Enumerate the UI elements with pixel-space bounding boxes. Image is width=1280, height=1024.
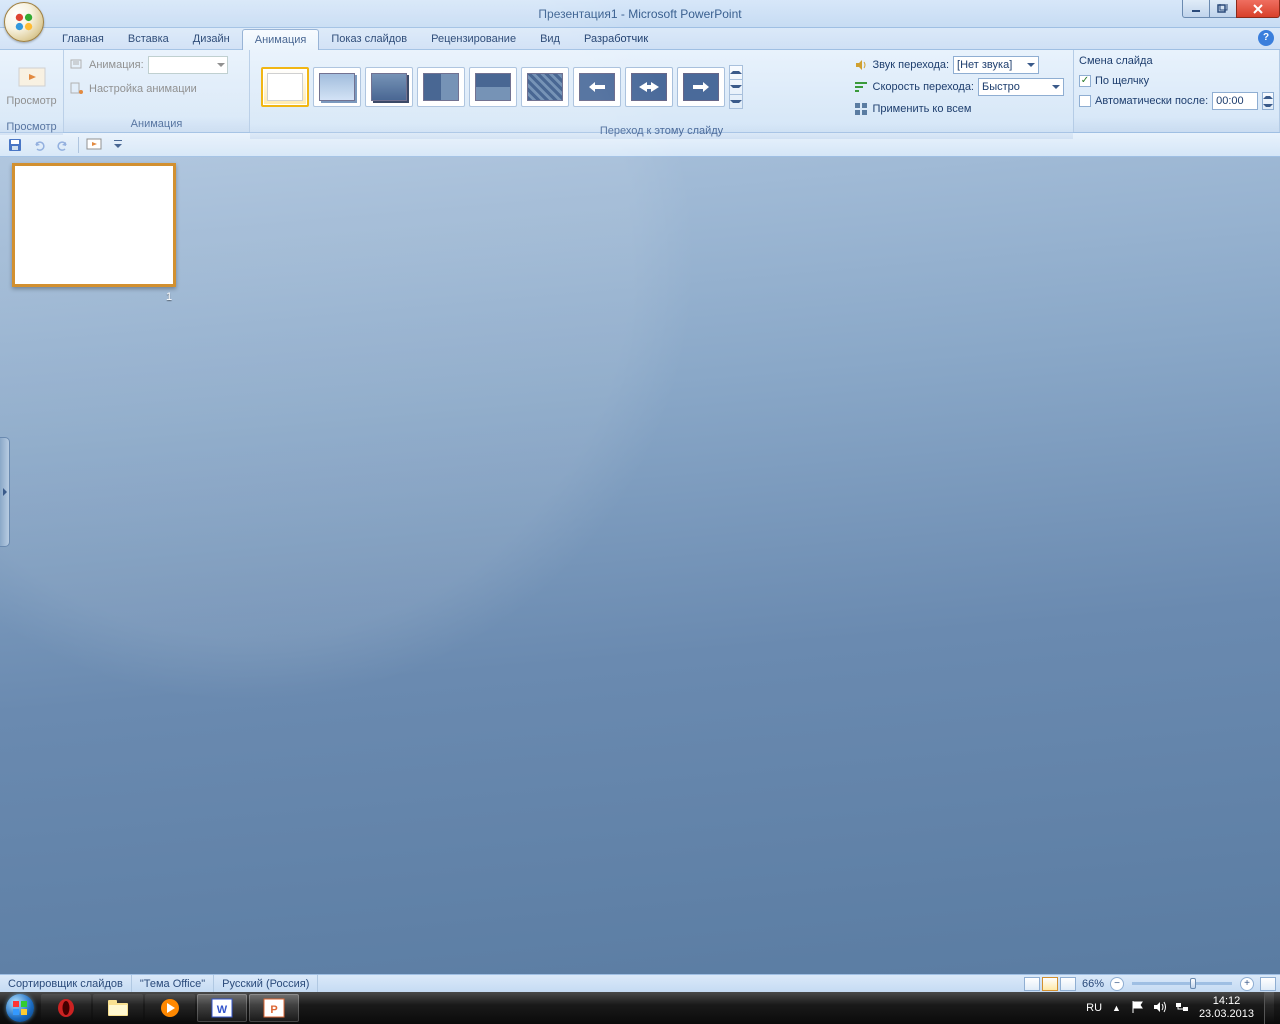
language-status[interactable]: Русский (Россия) [214, 975, 318, 992]
tray-clock[interactable]: 14:12 23.03.2013 [1199, 995, 1254, 1021]
speed-value: Быстро [982, 81, 1020, 93]
svg-text:W: W [217, 1004, 228, 1016]
apply-all-button[interactable]: Применить ко всем [853, 99, 1064, 119]
animation-settings-button[interactable]: Настройка анимации [69, 79, 228, 99]
fit-window-button[interactable] [1260, 977, 1276, 991]
zoom-out-button[interactable]: − [1110, 977, 1124, 991]
zoom-label: 66% [1082, 978, 1104, 990]
slide-number-label: 1 [166, 291, 172, 303]
slide-sorter-workspace[interactable]: 1 [0, 157, 1280, 974]
zoom-in-button[interactable]: + [1240, 977, 1254, 991]
tray-network-icon[interactable] [1175, 1000, 1189, 1017]
taskbar-powerpoint[interactable]: P [249, 994, 299, 1022]
ribbon-tabs: Главная Вставка Дизайн Анимация Показ сл… [0, 28, 1280, 50]
apply-all-icon [853, 101, 869, 117]
view-mode-status[interactable]: Сортировщик слайдов [0, 975, 132, 992]
tray-time: 14:12 [1199, 995, 1254, 1008]
window-title: Презентация1 - Microsoft PowerPoint [538, 7, 741, 21]
tab-review[interactable]: Рецензирование [419, 29, 528, 49]
normal-view-button[interactable] [1024, 977, 1040, 991]
taskbar-word[interactable]: W [197, 994, 247, 1022]
time-value: 00:00 [1216, 95, 1244, 107]
tab-animation[interactable]: Анимация [242, 29, 320, 50]
group-label-transition: Переход к этому слайду [250, 124, 1073, 139]
show-desktop-button[interactable] [1264, 992, 1274, 1024]
sound-icon [853, 57, 869, 73]
speed-label: Скорость перехода: [873, 81, 974, 93]
settings-icon [69, 80, 85, 99]
start-button[interactable] [0, 992, 40, 1024]
windows-taskbar: W P RU ▲ 14:12 23.03.2013 [0, 992, 1280, 1024]
animation-combo[interactable] [148, 56, 228, 74]
tray-flag-icon[interactable] [1131, 1000, 1145, 1017]
title-bar: Презентация1 - Microsoft PowerPoint [0, 0, 1280, 28]
help-button[interactable]: ? [1258, 30, 1274, 46]
tray-date: 23.03.2013 [1199, 1008, 1254, 1021]
transition-item-6[interactable] [521, 67, 569, 107]
close-button[interactable] [1236, 0, 1280, 18]
sound-value: [Нет звука] [957, 59, 1012, 71]
group-label-animation: Анимация [64, 117, 249, 132]
tab-design[interactable]: Дизайн [181, 29, 242, 49]
animation-settings-label: Настройка анимации [89, 83, 197, 95]
minimize-button[interactable] [1182, 0, 1210, 18]
speed-combo[interactable]: Быстро [978, 78, 1064, 96]
preview-button[interactable]: Просмотр [5, 53, 58, 117]
tray-show-hidden[interactable]: ▲ [1112, 1003, 1121, 1013]
transition-item-5[interactable] [469, 67, 517, 107]
time-spinner[interactable] [1262, 92, 1274, 110]
transition-item-4[interactable] [417, 67, 465, 107]
animate-label: Анимация: [89, 59, 144, 71]
maximize-button[interactable] [1209, 0, 1237, 18]
tab-view[interactable]: Вид [528, 29, 572, 49]
taskbar-mediaplayer[interactable] [145, 994, 195, 1022]
on-click-label: По щелчку [1095, 75, 1149, 87]
sound-label: Звук перехода: [873, 59, 950, 71]
transition-item-7[interactable] [573, 67, 621, 107]
slideshow-view-button[interactable] [1060, 977, 1076, 991]
save-button[interactable] [6, 136, 24, 154]
transition-gallery [255, 61, 749, 113]
transition-none[interactable] [261, 67, 309, 107]
redo-button[interactable] [54, 136, 72, 154]
group-label-advance [1074, 117, 1279, 132]
tab-home[interactable]: Главная [50, 29, 116, 49]
svg-text:P: P [270, 1004, 277, 1016]
animate-icon [69, 56, 85, 75]
on-click-checkbox[interactable]: ✓ [1079, 75, 1091, 87]
time-input[interactable]: 00:00 [1212, 92, 1258, 110]
slide-thumbnail-1[interactable] [12, 163, 176, 287]
group-label-preview: Просмотр [0, 120, 63, 135]
ribbon: Просмотр Просмотр Анимация: Настройка ан… [0, 50, 1280, 133]
expand-panel-handle[interactable] [0, 437, 10, 547]
qat-customize[interactable] [109, 136, 127, 154]
slideshow-button[interactable] [85, 136, 103, 154]
tab-developer[interactable]: Разработчик [572, 29, 660, 49]
transition-item-3[interactable] [365, 67, 413, 107]
apply-all-label: Применить ко всем [873, 103, 972, 115]
transition-item-8[interactable] [625, 67, 673, 107]
transition-item-2[interactable] [313, 67, 361, 107]
office-button[interactable] [4, 2, 44, 42]
preview-icon [16, 63, 48, 95]
advance-heading: Смена слайда [1079, 53, 1153, 71]
status-bar: Сортировщик слайдов "Тема Office" Русски… [0, 974, 1280, 992]
sorter-view-button[interactable] [1042, 977, 1058, 991]
auto-after-checkbox[interactable] [1079, 95, 1091, 107]
theme-status[interactable]: "Тема Office" [132, 975, 214, 992]
undo-button[interactable] [30, 136, 48, 154]
preview-label: Просмотр [6, 95, 56, 107]
auto-after-label: Автоматически после: [1095, 95, 1208, 107]
gallery-more[interactable] [729, 65, 743, 109]
speed-icon [853, 79, 869, 95]
taskbar-explorer[interactable] [93, 994, 143, 1022]
tab-slideshow[interactable]: Показ слайдов [319, 29, 419, 49]
tray-volume-icon[interactable] [1153, 1000, 1167, 1017]
zoom-slider[interactable] [1132, 982, 1232, 985]
tray-language[interactable]: RU [1086, 1002, 1102, 1014]
transition-item-9[interactable] [677, 67, 725, 107]
taskbar-opera[interactable] [41, 994, 91, 1022]
sound-combo[interactable]: [Нет звука] [953, 56, 1039, 74]
tab-insert[interactable]: Вставка [116, 29, 181, 49]
